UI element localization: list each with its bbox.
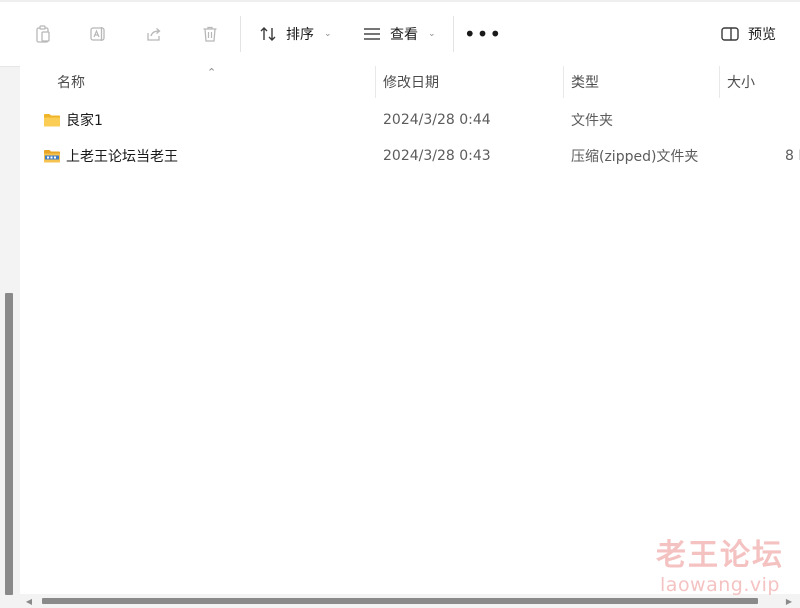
- share-icon: [147, 28, 161, 41]
- file-name: 良家1: [66, 113, 103, 129]
- details-column-header: ⌃ 名称 修改日期 类型 大小: [20, 66, 800, 98]
- see-more-button[interactable]: •••: [464, 18, 501, 50]
- copy-button[interactable]: [27, 18, 59, 50]
- file-explorer-window: 排序 ⌄ 查看 ⌄ ••• 预览 ⌃ 名称 修改日期 类型 大小 良家1 202…: [0, 0, 800, 608]
- sort-label: 排序: [286, 27, 314, 43]
- sort-button[interactable]: 排序 ⌄: [258, 18, 332, 50]
- file-row[interactable]: 上老王论坛当老王 2024/3/28 0:43 压缩(zipped)文件夹 8 …: [20, 138, 800, 174]
- column-header-size[interactable]: 大小: [727, 66, 755, 98]
- command-bar-top-border: [0, 0, 800, 2]
- file-size: 8 I: [785, 148, 800, 164]
- preview-pane-icon: [721, 27, 739, 41]
- preview-label: 预览: [748, 27, 776, 43]
- file-modified: 2024/3/28 0:43: [383, 148, 491, 164]
- file-type: 压缩(zipped)文件夹: [571, 149, 699, 165]
- clipboard-copy-icon: [36, 25, 50, 43]
- view-label: 查看: [390, 27, 418, 43]
- trash-icon: [203, 26, 217, 42]
- column-divider[interactable]: [563, 66, 564, 98]
- rename-icon: [90, 27, 105, 41]
- toolbar-separator: [453, 16, 454, 52]
- sort-ascending-icon: ⌃: [207, 66, 217, 79]
- folder-icon: [44, 114, 60, 127]
- delete-button[interactable]: [194, 18, 226, 50]
- scroll-left-arrow-icon[interactable]: ◀: [22, 594, 36, 608]
- zip-folder-icon: [44, 150, 60, 163]
- navigation-pane-scrollbar[interactable]: [5, 293, 13, 595]
- file-row[interactable]: 良家1 2024/3/28 0:44 文件夹: [20, 102, 800, 138]
- file-modified: 2024/3/28 0:44: [383, 112, 491, 128]
- file-name: 上老王论坛当老王: [66, 149, 178, 165]
- file-type: 文件夹: [571, 113, 613, 129]
- watermark-domain: laowang.vip: [660, 574, 780, 596]
- watermark-title: 老王论坛: [656, 538, 784, 573]
- scroll-right-arrow-icon[interactable]: ▶: [782, 594, 796, 608]
- preview-pane-button[interactable]: 预览: [720, 18, 776, 50]
- horizontal-scrollbar-thumb[interactable]: [42, 598, 758, 604]
- more-dots-icon: •••: [463, 22, 503, 46]
- column-header-modified[interactable]: 修改日期: [383, 66, 439, 98]
- command-bar: 排序 ⌄ 查看 ⌄ ••• 预览: [0, 0, 800, 67]
- column-divider[interactable]: [375, 66, 376, 98]
- watermark: 老王论坛 laowang.vip: [656, 538, 784, 596]
- column-header-name[interactable]: 名称: [57, 66, 85, 98]
- toolbar-separator: [240, 16, 241, 52]
- chevron-down-icon: ⌄: [324, 29, 332, 39]
- view-button[interactable]: 查看 ⌄: [362, 18, 436, 50]
- column-divider[interactable]: [719, 66, 720, 98]
- column-header-type[interactable]: 类型: [571, 66, 599, 98]
- sort-arrows-icon: [260, 27, 276, 41]
- rename-button[interactable]: [82, 18, 114, 50]
- view-lines-icon: [364, 28, 380, 40]
- chevron-down-icon: ⌄: [428, 29, 436, 39]
- share-button[interactable]: [138, 18, 170, 50]
